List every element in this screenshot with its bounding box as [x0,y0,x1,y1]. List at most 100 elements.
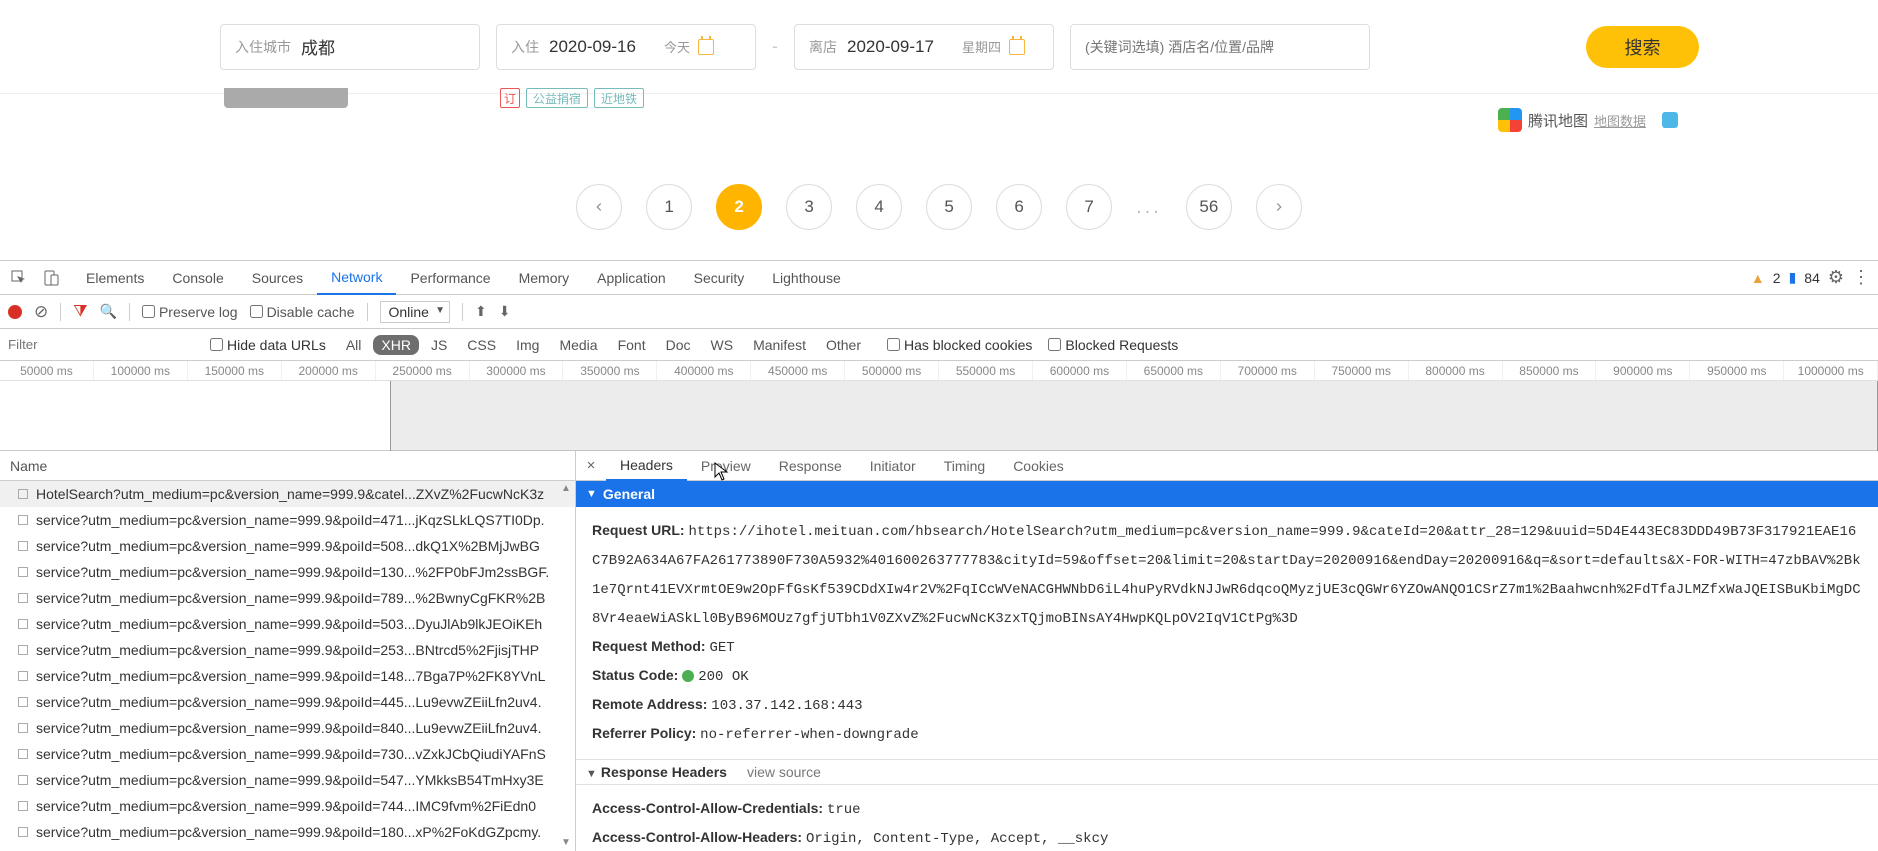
dtab-initiator[interactable]: Initiator [856,451,930,481]
inspect-icon[interactable] [8,267,30,289]
map-square-icon [1662,112,1678,128]
message-icon[interactable]: ▮ [1789,269,1797,286]
checkout-input[interactable]: 离店 2020-09-17 星期四 [794,24,1054,70]
page-1-button[interactable]: 1 [646,184,692,230]
timeline-tick: 550000 ms [939,361,1033,380]
general-section-header[interactable]: ▼General [576,481,1878,507]
page-3-button[interactable]: 3 [786,184,832,230]
response-headers-label: Response Headers [601,764,727,780]
timeline-tick: 50000 ms [0,361,94,380]
request-row[interactable]: service?utm_medium=pc&version_name=999.9… [0,585,575,611]
warning-icon[interactable]: ▲ [1751,270,1765,286]
download-icon[interactable]: ⬇ [499,303,511,320]
type-doc[interactable]: Doc [658,335,699,355]
checkout-value: 2020-09-17 [847,37,934,57]
request-list-header[interactable]: Name [0,451,575,481]
page-4-button[interactable]: 4 [856,184,902,230]
preserve-log-checkbox[interactable]: Preserve log [142,304,238,320]
request-row[interactable]: service?utm_medium=pc&version_name=999.9… [0,507,575,533]
type-img[interactable]: Img [508,335,547,355]
map-data-link[interactable]: 地图数据 [1594,111,1646,130]
tab-performance[interactable]: Performance [396,261,504,295]
type-font[interactable]: Font [610,335,654,355]
timeline-tick: 1000000 ms [1784,361,1878,380]
network-timeline[interactable]: 50000 ms100000 ms150000 ms200000 ms25000… [0,361,1878,451]
dtab-preview[interactable]: Preview [687,451,765,481]
filter-icon[interactable]: ⧩ [73,303,87,321]
type-manifest[interactable]: Manifest [745,335,814,355]
upload-icon[interactable]: ⬆ [475,303,487,320]
scroll-up-icon[interactable]: ▲ [559,481,573,495]
kebab-icon[interactable]: ⋮ [1852,267,1870,288]
page-6-button[interactable]: 6 [996,184,1042,230]
keyword-input[interactable] [1070,24,1370,70]
keyword-field[interactable] [1085,39,1355,55]
tab-sources[interactable]: Sources [238,261,317,295]
page-last-button[interactable]: 56 [1186,184,1232,230]
type-all[interactable]: All [338,335,370,355]
filter-input[interactable] [0,330,210,360]
scroll-down-icon[interactable]: ▼ [559,835,573,849]
page-5-button[interactable]: 5 [926,184,972,230]
dtab-headers[interactable]: Headers [606,451,687,481]
type-xhr[interactable]: XHR [373,335,419,355]
blocked-requests-checkbox[interactable]: Blocked Requests [1048,337,1178,353]
request-row[interactable]: service?utm_medium=pc&version_name=999.9… [0,767,575,793]
type-ws[interactable]: WS [703,335,742,355]
calendar-icon [1009,39,1025,55]
request-row[interactable]: service?utm_medium=pc&version_name=999.9… [0,689,575,715]
city-input[interactable]: 入住城市 成都 [220,24,480,70]
request-row[interactable]: service?utm_medium=pc&version_name=999.9… [0,611,575,637]
search-button[interactable]: 搜索 [1586,26,1699,68]
disable-cache-checkbox[interactable]: Disable cache [250,304,355,320]
gear-icon[interactable]: ⚙ [1828,267,1844,288]
tab-memory[interactable]: Memory [505,261,584,295]
search-icon[interactable]: 🔍 [100,303,117,320]
timeline-selection[interactable] [390,381,1878,451]
view-source-link[interactable]: view source [747,764,821,780]
timeline-tick: 250000 ms [376,361,470,380]
record-icon[interactable] [8,305,22,319]
page-prev-button[interactable] [576,184,622,230]
dtab-timing[interactable]: Timing [930,451,1000,481]
request-row[interactable]: service?utm_medium=pc&version_name=999.9… [0,663,575,689]
tab-lighthouse[interactable]: Lighthouse [758,261,855,295]
tab-security[interactable]: Security [680,261,759,295]
tab-network[interactable]: Network [317,261,396,295]
device-icon[interactable] [40,267,62,289]
hide-data-urls-checkbox[interactable]: Hide data URLs [210,337,326,353]
dtab-response[interactable]: Response [765,451,856,481]
response-headers-section[interactable]: ▼Response Headers view source [576,759,1878,785]
type-other[interactable]: Other [818,335,869,355]
checkin-input[interactable]: 入住 2020-09-16 今天 [496,24,756,70]
tab-application[interactable]: Application [583,261,680,295]
has-blocked-checkbox[interactable]: Has blocked cookies [887,337,1032,353]
type-css[interactable]: CSS [459,335,504,355]
tab-console[interactable]: Console [158,261,237,295]
request-row[interactable]: service?utm_medium=pc&version_name=999.9… [0,637,575,663]
page-next-button[interactable] [1256,184,1302,230]
clear-icon[interactable]: ⊘ [34,302,48,322]
request-method-key: Request Method: [592,638,706,654]
status-code-key: Status Code: [592,667,678,683]
tab-elements[interactable]: Elements [72,261,158,295]
request-row[interactable]: service?utm_medium=pc&version_name=999.9… [0,559,575,585]
search-bar: 入住城市 成都 入住 2020-09-16 今天 - 离店 2020-09-17… [0,0,1878,94]
request-row[interactable]: service?utm_medium=pc&version_name=999.9… [0,715,575,741]
page-2-button[interactable]: 2 [716,184,762,230]
request-row[interactable]: service?utm_medium=pc&version_name=999.9… [0,819,575,845]
type-js[interactable]: JS [423,335,455,355]
request-row[interactable]: service?utm_medium=pc&version_name=999.9… [0,741,575,767]
map-brand: 腾讯地图 [1528,110,1588,131]
page-7-button[interactable]: 7 [1066,184,1112,230]
type-media[interactable]: Media [551,335,605,355]
throttle-select[interactable]: Online [380,301,450,323]
close-icon[interactable]: × [576,457,606,474]
request-list: Name HotelSearch?utm_medium=pc&version_n… [0,451,576,851]
network-filter-row: Hide data URLs All XHR JS CSS Img Media … [0,329,1878,361]
request-row[interactable]: service?utm_medium=pc&version_name=999.9… [0,793,575,819]
request-row[interactable]: HotelSearch?utm_medium=pc&version_name=9… [0,481,575,507]
request-row[interactable]: service?utm_medium=pc&version_name=999.9… [0,533,575,559]
status-code-value: 200 OK [698,669,748,685]
dtab-cookies[interactable]: Cookies [999,451,1078,481]
